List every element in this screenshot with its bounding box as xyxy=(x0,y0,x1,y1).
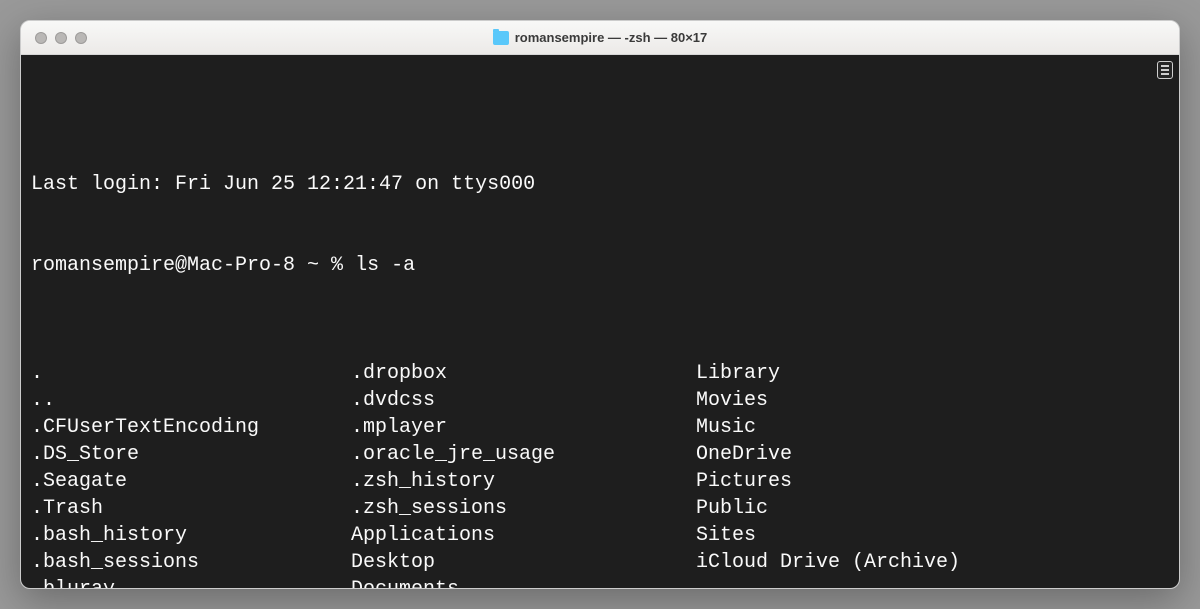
list-item: .DS_Store xyxy=(31,441,351,468)
zoom-button[interactable] xyxy=(75,32,87,44)
list-item: Sites xyxy=(696,522,1169,549)
list-item: .bluray xyxy=(31,576,351,588)
list-item: Library xyxy=(696,360,1169,387)
prompt-text: romansempire@Mac-Pro-8 ~ % xyxy=(31,254,355,277)
close-button[interactable] xyxy=(35,32,47,44)
list-item: Pictures xyxy=(696,468,1169,495)
terminal-body[interactable]: Last login: Fri Jun 25 12:21:47 on ttys0… xyxy=(21,55,1179,588)
folder-icon xyxy=(493,31,509,45)
list-item: .dvdcss xyxy=(351,387,696,414)
list-item: . xyxy=(31,360,351,387)
window-title: romansempire — -zsh — 80×17 xyxy=(515,30,708,45)
list-item: .Seagate xyxy=(31,468,351,495)
list-item: .oracle_jre_usage xyxy=(351,441,696,468)
titlebar[interactable]: romansempire — -zsh — 80×17 xyxy=(21,21,1179,55)
list-item: .dropbox xyxy=(351,360,696,387)
list-item: .CFUserTextEncoding xyxy=(31,414,351,441)
traffic-lights xyxy=(21,32,87,44)
list-item: .bash_sessions xyxy=(31,549,351,576)
list-item: .zsh_history xyxy=(351,468,696,495)
list-item: .. xyxy=(31,387,351,414)
title-group: romansempire — -zsh — 80×17 xyxy=(21,30,1179,45)
list-item: Desktop xyxy=(351,549,696,576)
command-text: ls -a xyxy=(355,254,415,277)
list-item: .zsh_sessions xyxy=(351,495,696,522)
list-item: .bash_history xyxy=(31,522,351,549)
prompt-line-1: romansempire@Mac-Pro-8 ~ % ls -a xyxy=(31,252,1169,279)
list-item: Applications xyxy=(351,522,696,549)
scroll-indicator-icon[interactable] xyxy=(1157,61,1173,79)
list-item: Public xyxy=(696,495,1169,522)
list-item: iCloud Drive (Archive) xyxy=(696,549,1169,576)
list-item: .mplayer xyxy=(351,414,696,441)
list-item: Documents xyxy=(351,576,696,588)
last-login-line: Last login: Fri Jun 25 12:21:47 on ttys0… xyxy=(31,171,1169,198)
list-item: Movies xyxy=(696,387,1169,414)
ls-output: ..dropboxLibrary ...dvdcssMovies .CFUser… xyxy=(31,360,1169,588)
list-item: .Trash xyxy=(31,495,351,522)
list-item: OneDrive xyxy=(696,441,1169,468)
terminal-window: romansempire — -zsh — 80×17 Last login: … xyxy=(20,20,1180,589)
minimize-button[interactable] xyxy=(55,32,67,44)
list-item: Music xyxy=(696,414,1169,441)
